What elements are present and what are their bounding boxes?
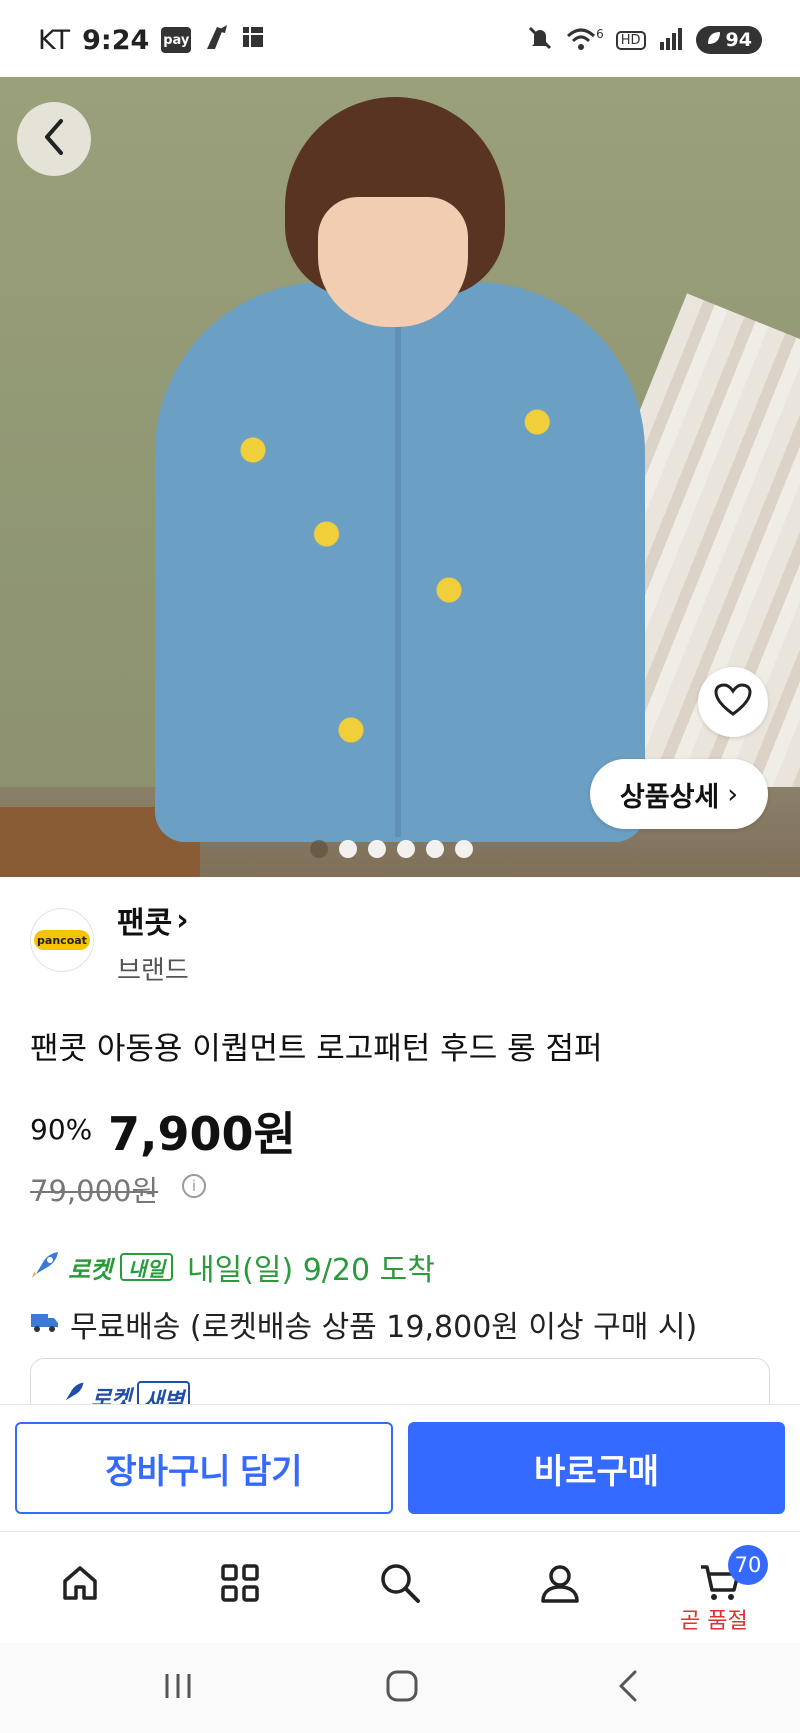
- search-icon: [379, 1562, 421, 1608]
- chevron-right-icon: ›: [727, 778, 739, 810]
- brand-name: 팬콧: [117, 906, 173, 941]
- battery-level: 94: [725, 29, 752, 51]
- soldout-label: 곧 품절: [680, 1609, 748, 1634]
- nav-my-page[interactable]: [520, 1555, 600, 1615]
- nav-home[interactable]: [40, 1555, 120, 1615]
- back-button[interactable]: [17, 102, 91, 176]
- system-back-button[interactable]: [598, 1663, 658, 1713]
- brand-name-link[interactable]: 팬콧 ›: [117, 898, 189, 942]
- carousel-dot[interactable]: [426, 840, 444, 858]
- discount-rate: 90%: [30, 1113, 93, 1146]
- naeil-badge: 내일: [120, 1253, 173, 1281]
- leaf-icon: [706, 29, 722, 51]
- grid-notification-icon: [241, 25, 265, 56]
- shipping-text: 무료배송 (로켓배송 상품 19,800원 이상 구매 시): [70, 1310, 698, 1345]
- bottom-navigation: 70 곧 품절: [0, 1533, 800, 1643]
- app-notification-icon: [203, 23, 229, 58]
- product-title: 팬콧 아동용 이퀍먼트 로고패턴 후드 롱 점퍼: [30, 1031, 603, 1067]
- status-right: 6 HD 94: [526, 22, 762, 58]
- info-icon[interactable]: i: [182, 1174, 206, 1198]
- heart-outline-icon: [714, 683, 752, 721]
- product-image-carousel[interactable]: [0, 77, 800, 877]
- chevron-right-icon: ›: [176, 902, 189, 938]
- system-navigation-bar: [0, 1643, 800, 1733]
- home-icon: [60, 1563, 100, 1607]
- nav-categories[interactable]: [200, 1555, 280, 1615]
- recent-apps-icon: [161, 1671, 195, 1705]
- sale-price: 7,900원: [108, 1107, 296, 1161]
- carrier-label: KT: [38, 24, 71, 56]
- chevron-left-icon: [39, 117, 69, 161]
- battery-indicator: 94: [695, 26, 762, 54]
- status-left: KT 9:24 pay: [38, 22, 265, 58]
- delivery-date: 내일(일) 9/20 도착: [186, 1253, 435, 1288]
- wifi-version: 6: [596, 27, 604, 41]
- carousel-dots: [310, 840, 473, 858]
- product-detail-button[interactable]: 상품상세 ›: [590, 759, 768, 829]
- buy-now-button[interactable]: 바로구매: [408, 1422, 785, 1514]
- truck-icon: [30, 1307, 60, 1342]
- status-bar: KT 9:24 pay 6 HD 94: [0, 0, 800, 80]
- signal-icon: [658, 26, 684, 54]
- carousel-dot[interactable]: [397, 840, 415, 858]
- back-arrow-icon: [615, 1669, 641, 1707]
- pay-icon: pay: [161, 27, 192, 53]
- nav-search[interactable]: [360, 1555, 440, 1615]
- clock: 9:24: [82, 24, 150, 56]
- purchase-action-bar: 장바구니 담기 바로구매: [0, 1404, 800, 1532]
- carousel-dot[interactable]: [310, 840, 328, 858]
- home-system-button[interactable]: [372, 1663, 432, 1713]
- carousel-dot[interactable]: [339, 840, 357, 858]
- brand-subtitle: 브랜드: [117, 956, 189, 986]
- wishlist-button[interactable]: [698, 667, 768, 737]
- shipping-row: 무료배송 (로켓배송 상품 19,800원 이상 구매 시): [30, 1302, 697, 1346]
- cart-count-badge: 70: [728, 1545, 768, 1585]
- wifi-icon: 6: [566, 27, 604, 53]
- hd-icon: HD: [615, 30, 646, 50]
- mute-icon: [526, 24, 554, 56]
- rocket-icon: [30, 1250, 60, 1284]
- brand-logo[interactable]: pancoat: [30, 908, 94, 972]
- add-to-cart-button[interactable]: 장바구니 담기: [15, 1422, 393, 1514]
- home-square-icon: [385, 1669, 419, 1707]
- original-price: 79,000원: [30, 1174, 159, 1208]
- recent-apps-button[interactable]: [148, 1663, 208, 1713]
- brand-logo-text: pancoat: [34, 930, 90, 950]
- user-icon: [540, 1563, 580, 1607]
- rocket-delivery-row: 로켓 내일 내일(일) 9/20 도착: [30, 1245, 435, 1289]
- rocket-label: 로켓: [68, 1255, 113, 1284]
- product-detail-label: 상품상세: [619, 781, 720, 813]
- carousel-dot[interactable]: [455, 840, 473, 858]
- carousel-dot[interactable]: [368, 840, 386, 858]
- coat-zipper-shape: [395, 317, 401, 837]
- grid-icon: [220, 1563, 260, 1607]
- child-face-shape: [318, 197, 468, 327]
